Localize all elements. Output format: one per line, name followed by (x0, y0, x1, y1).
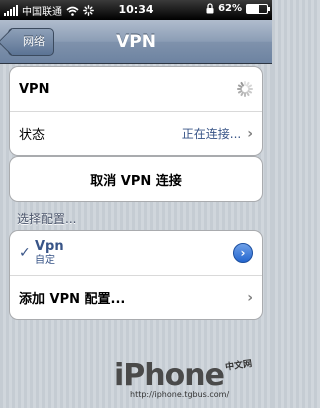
config-section-header: 选择配置... (17, 212, 77, 226)
config-item-name: Vpn (35, 239, 64, 254)
detail-disclosure-icon[interactable]: › (233, 243, 253, 263)
lock-icon (206, 3, 214, 14)
config-item-vpn[interactable]: ✓ Vpn 自定 › (10, 231, 262, 275)
add-vpn-config-label: 添加 VPN 配置... (19, 292, 126, 307)
chevron-right-icon: › (247, 289, 253, 306)
battery-icon (246, 3, 270, 14)
status-bar: 中国联通 10:34 62% (0, 0, 272, 20)
loading-spinner-icon (237, 81, 253, 97)
status-row-label: 状态 (19, 128, 46, 143)
watermark-sub: 中文网 (224, 359, 253, 373)
config-item-subtitle: 自定 (35, 255, 55, 266)
watermark-url: http://iphone.tgbus.com/ (130, 390, 230, 399)
add-vpn-config-row[interactable]: 添加 VPN 配置... › (10, 275, 262, 319)
cancel-vpn-button-label: 取消 VPN 连接 (90, 173, 182, 189)
chevron-right-icon: › (247, 125, 253, 142)
status-row-value: 正在连接... (181, 127, 242, 141)
cancel-vpn-group: 取消 VPN 连接 (9, 156, 263, 202)
status-row[interactable]: 状态 正在连接... › (10, 111, 262, 155)
watermark: iPhone 中文网 http://iphone.tgbus.com/ (108, 358, 268, 404)
status-right: 62% (206, 3, 270, 14)
vpn-row[interactable]: VPN (10, 67, 262, 111)
navigation-bar: 网络 VPN (0, 20, 272, 64)
cancel-vpn-button[interactable]: 取消 VPN 连接 (10, 157, 262, 201)
vpn-status-group: VPN 状态 正在连接... › (9, 66, 263, 156)
battery-percent: 62% (218, 3, 242, 14)
watermark-logo: iPhone (114, 358, 225, 393)
spinner-spoke (244, 92, 246, 97)
battery-level-fill (247, 4, 260, 13)
config-item-text: Vpn 自定 (35, 239, 64, 267)
checkmark-icon: ✓ (19, 245, 31, 261)
page-title: VPN (116, 32, 156, 52)
vpn-row-label: VPN (19, 81, 50, 97)
config-list: ✓ Vpn 自定 › 添加 VPN 配置... › (9, 230, 263, 320)
